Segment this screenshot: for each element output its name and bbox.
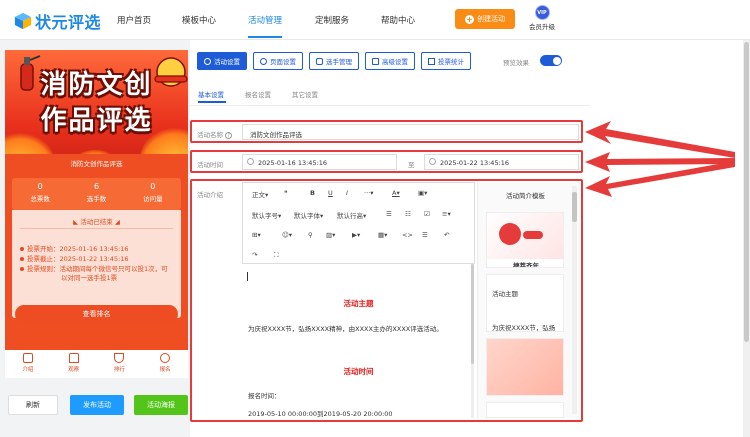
poster-headline-2: 作品评选	[40, 106, 153, 136]
top-bar: 状元评选 用户首页 模板中心 活动管理 定制服务 帮助中心 + 创建活动 VIP…	[0, 0, 750, 40]
stat-value: 0	[150, 182, 156, 191]
vote-rules-text: 投票规则：活动期间每个微信号只可以投1次，可	[27, 265, 168, 273]
highlight-box-time	[190, 150, 583, 173]
nav-activity-management[interactable]: 活动管理	[248, 14, 282, 26]
toolbar-label: 活动设置	[214, 58, 240, 66]
create-activity-button[interactable]: + 创建活动	[455, 9, 515, 29]
refresh-button[interactable]: 刷新	[8, 395, 58, 415]
bottom-nav-intro[interactable]: 介绍	[5, 350, 51, 378]
nav-active-indicator	[248, 36, 282, 38]
bullet-icon	[20, 257, 24, 261]
bottom-nav-label: 介绍	[22, 367, 34, 373]
stat-label: 选手数	[86, 195, 107, 203]
activity-ended-status: ◣ 活动已结束 ◢	[73, 218, 120, 226]
toolbar-label: 高级设置	[382, 58, 408, 66]
bullet-icon	[20, 247, 24, 251]
bottom-nav-label: 报名	[159, 367, 171, 373]
logo-text: 状元评选	[35, 13, 102, 32]
user-add-icon	[160, 353, 171, 363]
vip-badge-icon: VIP	[534, 5, 550, 20]
highlight-box-intro	[190, 179, 583, 422]
activity-title: 消防文创作品评选	[5, 154, 188, 174]
bar-chart-icon	[428, 57, 435, 65]
tab-page-settings[interactable]: 页面设置	[253, 52, 303, 70]
logo[interactable]: 状元评选	[14, 9, 101, 33]
bottom-nav-signup[interactable]: 报名	[142, 350, 188, 378]
vote-end: 投票截止：2025-01-22 13:45:16	[20, 255, 129, 264]
stat-contestants: 6 选手数	[68, 178, 124, 210]
bottom-nav-ranking[interactable]: 排行	[97, 350, 143, 378]
stat-value: 0	[37, 182, 43, 191]
bottom-nav-label: 排行	[113, 367, 125, 373]
bottom-nav-home[interactable]: 观察	[51, 350, 97, 378]
vote-start: 投票开始：2025-01-16 13:45:16	[20, 245, 129, 254]
create-activity-label: 创建活动	[477, 15, 505, 23]
vote-end-text: 投票截止：2025-01-22 13:45:16	[27, 255, 129, 263]
activity-info-panel: ◣ 活动已结束 ◢ 投票开始：2025-01-16 13:45:16 投票截止：…	[12, 210, 181, 318]
vip-upgrade[interactable]: VIP 会员升级	[525, 5, 559, 31]
subtab-divider	[190, 105, 590, 106]
nav-custom-service[interactable]: 定制服务	[315, 14, 349, 26]
info-divider	[20, 228, 173, 229]
subtab-basic-settings[interactable]: 基本设置	[198, 89, 224, 99]
nav-home[interactable]: 用户首页	[117, 14, 151, 26]
stat-label: 总票数	[30, 195, 50, 203]
document-icon	[22, 353, 33, 363]
vote-rules-cont: 以对同一选手投1票	[61, 274, 118, 282]
subtab-active-indicator	[198, 101, 226, 103]
trophy-icon	[114, 353, 125, 363]
home-icon	[68, 353, 79, 363]
gear-icon	[204, 57, 211, 65]
preview-bottom-nav: 介绍 观察 排行 报名	[5, 350, 188, 378]
ended-label: 活动已结束	[80, 218, 113, 226]
preview-effect-label: 预览效果	[503, 59, 529, 67]
activity-poster-button[interactable]: 活动海报	[134, 395, 188, 415]
vip-label: 会员升级	[529, 23, 555, 31]
nav-help-center[interactable]: 帮助中心	[381, 14, 415, 26]
poster-headline-1: 消防文创	[40, 70, 153, 100]
stats-row: 0 总票数 6 选手数 0 访问量	[12, 178, 181, 210]
bottom-nav-label: 观察	[68, 367, 80, 373]
stat-visits: 0 访问量	[125, 178, 181, 210]
vote-start-text: 投票开始：2025-01-16 13:45:16	[27, 245, 129, 253]
page-scrollbar-thumb[interactable]	[744, 42, 749, 342]
tab-contestant-management[interactable]: 选手管理	[309, 52, 359, 70]
arrow-to-name-icon	[585, 121, 735, 158]
annotation-arrows	[585, 121, 735, 197]
users-icon	[316, 57, 323, 65]
stat-value: 6	[93, 182, 100, 191]
stat-label: 访问量	[143, 195, 163, 203]
toolbar-label: 选手管理	[326, 58, 352, 66]
highlight-box-name	[190, 120, 583, 143]
tab-activity-settings[interactable]: 活动设置	[197, 52, 247, 70]
subtab-signup-settings[interactable]: 报名设置	[245, 89, 271, 99]
tab-vote-statistics[interactable]: 投票统计	[421, 52, 471, 70]
mobile-preview: 消防文创 作品评选 消防文创作品评选 0 总票数 6 选手数 0 访问量 ◣ 活…	[5, 50, 188, 373]
toolbar-label: 投票统计	[438, 58, 464, 66]
page-scrollbar[interactable]	[743, 40, 750, 437]
view-ranking-button[interactable]: 查看排名	[15, 305, 178, 323]
cube-logo-icon	[14, 12, 32, 30]
preview-effect-toggle[interactable]	[540, 55, 562, 66]
vote-rules: 投票规则：活动期间每个微信号只可以投1次，可	[20, 265, 168, 274]
tab-advanced-settings[interactable]: 高级设置	[365, 52, 415, 70]
toggle-knob	[552, 56, 561, 65]
plus-circle-icon: +	[465, 14, 474, 24]
gear-icon	[260, 57, 267, 65]
stat-total-votes: 0 总票数	[12, 178, 68, 210]
publish-activity-button[interactable]: 发布活动	[70, 395, 124, 415]
nav-templates[interactable]: 模板中心	[182, 14, 216, 26]
bullet-icon	[20, 267, 24, 271]
toolbar-label: 页面设置	[270, 58, 296, 66]
sliders-icon	[372, 57, 379, 65]
subtab-other-settings[interactable]: 其它设置	[292, 89, 318, 99]
